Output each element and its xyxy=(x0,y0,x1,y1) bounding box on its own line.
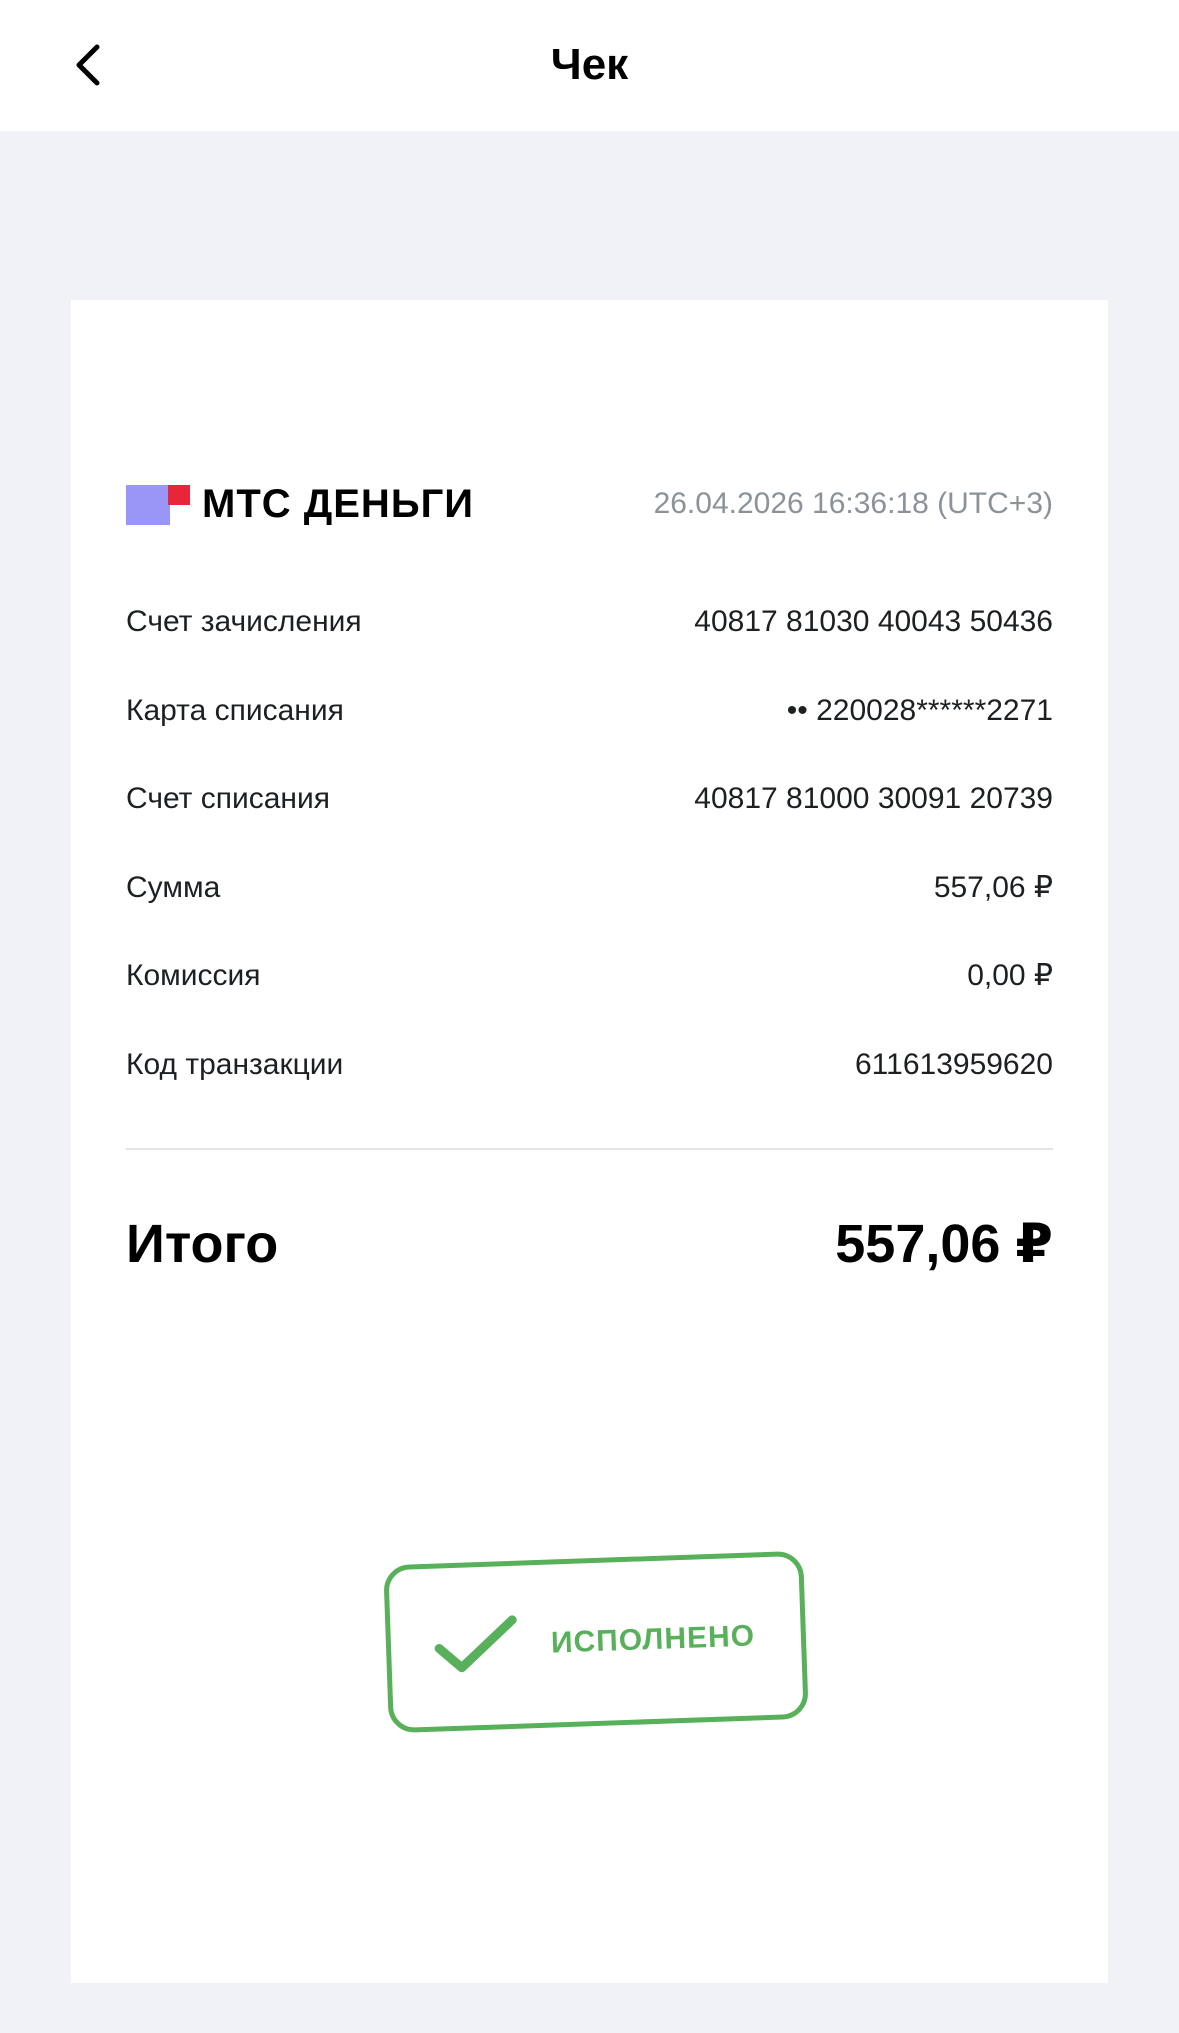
detail-row-transaction-code: Код транзакции 611613959620 xyxy=(126,1045,1053,1134)
receipt-details: Счет зачисления 40817 81030 40043 50436 … xyxy=(126,602,1053,1134)
detail-row-debit-card: Карта списания •• 220028******2271 xyxy=(126,691,1053,780)
receipt-header: МТС ДЕНЬГИ 26.04.2026 16:36:18 (UTC+3) xyxy=(126,480,1053,536)
status-stamp: ИСПОЛНЕНО xyxy=(383,1550,809,1734)
detail-label: Счет зачисления xyxy=(126,605,362,638)
detail-label: Сумма xyxy=(126,870,221,904)
detail-value[interactable]: 40817 81030 40043 50436 xyxy=(694,602,1053,642)
top-bar: Чек xyxy=(0,0,1179,131)
page-title: Чек xyxy=(550,40,629,89)
checkmark-icon xyxy=(434,1615,517,1673)
detail-row-fee: Комиссия 0,00 ₽ xyxy=(126,956,1053,1045)
detail-row-amount: Сумма 557,06 ₽ xyxy=(126,868,1053,957)
receipt-card: МТС ДЕНЬГИ 26.04.2026 16:36:18 (UTC+3) С… xyxy=(71,300,1108,1983)
detail-label: Комиссия xyxy=(126,959,261,993)
status-stamp-text: ИСПОЛНЕНО xyxy=(550,1619,756,1660)
total-label: Итого xyxy=(126,1214,279,1274)
divider xyxy=(126,1148,1053,1150)
detail-value: 0,00 ₽ xyxy=(967,959,1053,993)
receipt-datetime: 26.04.2026 16:36:18 (UTC+3) xyxy=(653,487,1053,520)
detail-row-credit-account: Счет зачисления 40817 81030 40043 50436 xyxy=(126,602,1053,691)
brand-logo-mark xyxy=(126,483,190,525)
total-value: 557,06 ₽ xyxy=(835,1214,1053,1274)
total-row: Итого 557,06 ₽ xyxy=(126,1212,1053,1276)
detail-value[interactable]: •• 220028******2271 xyxy=(787,691,1053,731)
detail-value[interactable]: 611613959620 xyxy=(855,1045,1053,1085)
detail-value[interactable]: 40817 81000 30091 20739 xyxy=(694,779,1053,819)
brand-logo: МТС ДЕНЬГИ xyxy=(126,482,474,526)
detail-label: Счет списания xyxy=(126,782,330,816)
detail-row-debit-account: Счет списания 40817 81000 30091 20739 xyxy=(126,779,1053,868)
brand-name: МТС ДЕНЬГИ xyxy=(202,482,474,526)
detail-label: Карта списания xyxy=(126,693,344,727)
detail-label: Код транзакции xyxy=(126,1047,344,1081)
detail-value: 557,06 ₽ xyxy=(933,870,1053,904)
